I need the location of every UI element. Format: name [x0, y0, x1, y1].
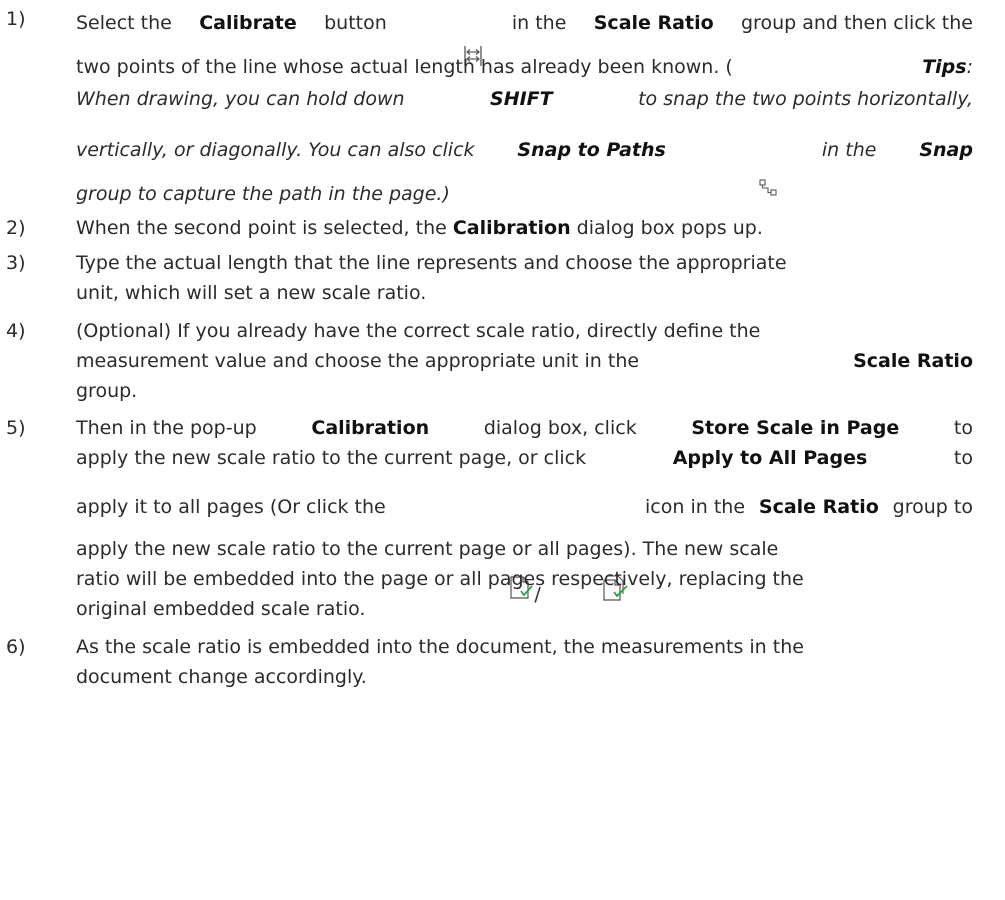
- step-5-line-2: apply the new scale ratio to the current…: [76, 443, 973, 473]
- calibration-term: Calibration: [311, 417, 430, 439]
- step-3-line-2: unit, which will set a new scale ratio.: [76, 282, 427, 304]
- step-6-line-2: document change accordingly.: [76, 666, 367, 688]
- step-number: 6): [6, 636, 26, 658]
- step-4-line-1: (Optional) If you already have the corre…: [76, 320, 761, 342]
- calibration-term: Calibration: [452, 217, 571, 239]
- step-number: 4): [6, 320, 26, 342]
- step-5-line-4: apply the new scale ratio to the current…: [76, 538, 779, 560]
- apply-to-all-pages-term: Apply to All Pages: [672, 447, 868, 469]
- step-5-line-1: Then in the pop-up Calibration dialog bo…: [76, 413, 973, 443]
- step-1-line-3: When drawing, you can hold down SHIFT to…: [76, 83, 973, 115]
- scale-ratio-term: Scale Ratio: [853, 350, 973, 372]
- scale-ratio-term: Scale Ratio: [758, 496, 879, 518]
- step-5-line-6: original embedded scale ratio.: [76, 598, 366, 620]
- step-4-line-3: group.: [76, 380, 138, 402]
- step-5-line-5: ratio will be embedded into the page or …: [76, 568, 804, 590]
- snap-term: Snap: [919, 139, 973, 161]
- step-1-line-5: group to capture the path in the page.): [76, 183, 450, 205]
- step-4-line-2: measurement value and choose the appropr…: [76, 346, 973, 376]
- step-1-line-2: two points of the line whose actual leng…: [76, 56, 973, 78]
- step-number: 1): [6, 8, 26, 30]
- step-number: 2): [6, 217, 26, 239]
- step-6-line-1: As the scale ratio is embedded into the …: [76, 636, 804, 658]
- step-3-line-1: Type the actual length that the line rep…: [76, 252, 787, 274]
- step-number: 5): [6, 417, 26, 439]
- shift-key: SHIFT: [490, 88, 553, 110]
- store-scale-in-page-term: Store Scale in Page: [691, 417, 900, 439]
- tips-term: Tips: [922, 56, 967, 78]
- step-2-line-1: When the second point is selected, the C…: [76, 217, 763, 239]
- instruction-document: 1) Select the Calibrate button in the Sc…: [0, 0, 1005, 900]
- step-number: 3): [6, 252, 26, 274]
